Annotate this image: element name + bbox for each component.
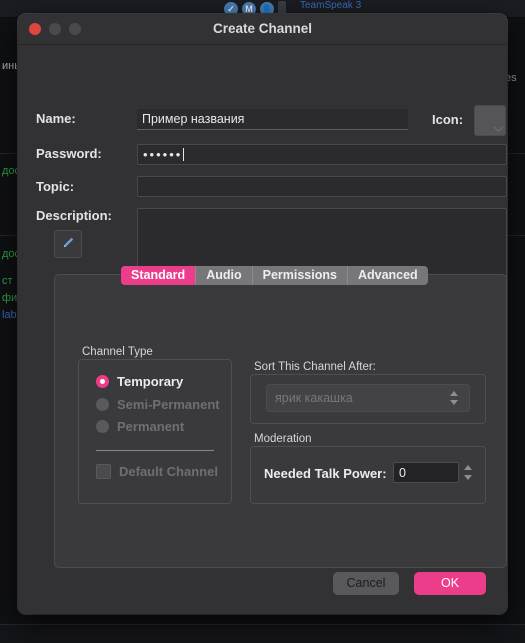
channel-type-group-label: Channel Type bbox=[82, 346, 153, 358]
channel-icon-picker[interactable] bbox=[474, 105, 506, 136]
radio-permanent-label: Permanent bbox=[117, 419, 184, 434]
sort-after-group-label: Sort This Channel After: bbox=[254, 361, 376, 373]
channel-password-input[interactable]: •••••• bbox=[137, 144, 507, 165]
chevron-updown-icon bbox=[448, 388, 461, 408]
channel-type-divider bbox=[96, 450, 214, 451]
icon-label: Icon: bbox=[432, 112, 463, 127]
tab-section: Standard Audio Permissions Advanced Chan… bbox=[54, 266, 507, 568]
name-label: Name: bbox=[36, 111, 76, 126]
radio-permanent[interactable]: Permanent bbox=[96, 419, 184, 434]
default-channel-checkbox-indicator bbox=[96, 464, 111, 479]
tab-audio[interactable]: Audio bbox=[196, 266, 252, 285]
background-text-line: ст bbox=[2, 275, 13, 287]
text-caret bbox=[183, 148, 184, 161]
radio-temporary-label: Temporary bbox=[117, 374, 183, 389]
background-statusbar bbox=[0, 624, 525, 643]
password-masked-value: •••••• bbox=[143, 147, 182, 162]
dialog-title: Create Channel bbox=[18, 21, 507, 36]
channel-topic-input[interactable] bbox=[137, 176, 507, 197]
icon-label-wrap: Icon: bbox=[432, 112, 463, 127]
name-label-wrap: Name: bbox=[36, 111, 76, 126]
topic-label: Topic: bbox=[36, 179, 74, 194]
channel-name-input[interactable] bbox=[137, 109, 408, 130]
talk-power-label: Needed Talk Power: bbox=[264, 466, 387, 481]
talk-power-input[interactable] bbox=[393, 462, 459, 483]
checkbox-default-channel[interactable]: Default Channel bbox=[96, 464, 218, 479]
description-label: Description: bbox=[36, 208, 112, 223]
background-text-line: lab bbox=[2, 309, 17, 321]
background-window-title: TeamSpeak 3 bbox=[300, 0, 361, 11]
password-label-wrap: Password: bbox=[36, 146, 102, 161]
tab-advanced[interactable]: Advanced bbox=[348, 266, 428, 285]
radio-semi-permanent-label: Semi-Permanent bbox=[117, 397, 220, 412]
tab-bar: Standard Audio Permissions Advanced bbox=[121, 266, 428, 285]
radio-temporary[interactable]: Temporary bbox=[96, 374, 183, 389]
radio-semi-permanent-indicator bbox=[96, 398, 109, 411]
sort-after-select[interactable]: ярик какашка bbox=[266, 384, 470, 412]
create-channel-dialog: Create Channel Name: Icon: Password: •••… bbox=[18, 14, 507, 614]
radio-permanent-indicator bbox=[96, 420, 109, 433]
description-label-wrap: Description: bbox=[36, 208, 112, 223]
cancel-button[interactable]: Cancel bbox=[333, 572, 399, 595]
background-text-line: фи bbox=[2, 292, 17, 304]
topic-label-wrap: Topic: bbox=[36, 179, 74, 194]
ok-button[interactable]: OK bbox=[414, 572, 486, 595]
dialog-titlebar[interactable]: Create Channel bbox=[18, 14, 507, 45]
password-label: Password: bbox=[36, 146, 102, 161]
tab-standard[interactable]: Standard bbox=[121, 266, 196, 285]
radio-temporary-indicator bbox=[96, 375, 109, 388]
moderation-group-label: Moderation bbox=[254, 433, 312, 445]
pencil-icon bbox=[60, 235, 76, 251]
tab-permissions[interactable]: Permissions bbox=[253, 266, 348, 285]
default-channel-label: Default Channel bbox=[119, 464, 218, 479]
description-edit-button[interactable] bbox=[54, 230, 82, 258]
sort-after-selected-value: ярик какашка bbox=[275, 391, 448, 405]
radio-semi-permanent[interactable]: Semi-Permanent bbox=[96, 397, 220, 412]
talk-power-stepper[interactable] bbox=[462, 462, 475, 483]
